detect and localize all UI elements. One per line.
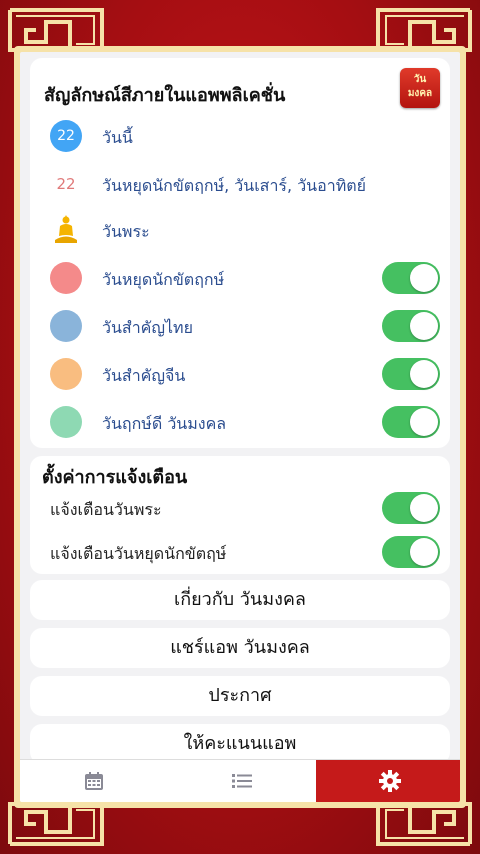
legend-item-auspicious: วันฤกษ์ดี วันมงคล <box>50 402 440 442</box>
toggle-knob <box>410 264 438 292</box>
toggle-knob <box>410 494 438 522</box>
bottom-tab-bar <box>20 759 460 802</box>
settings-icon <box>379 770 401 792</box>
app-logo-text-1: วัน <box>413 74 427 85</box>
toggle-knob <box>410 538 438 566</box>
toggle-knob <box>410 408 438 436</box>
toggle-knob <box>410 312 438 340</box>
chinese-important-toggle[interactable] <box>382 358 440 390</box>
legend-label-chinese-important: วันสำคัญจีน <box>102 366 186 385</box>
settings-screen: สัญลักษณ์สีภายในแอพพลิเคชั่น วัน มงคล 22… <box>20 52 460 802</box>
legend-label-thai-important: วันสำคัญไทย <box>102 318 193 337</box>
buddha-icon <box>50 214 82 246</box>
color-dot-icon <box>50 406 82 438</box>
legend-label-public-holiday: วันหยุดนักขัตฤกษ์ <box>102 270 225 289</box>
notify-public-holiday-row: แจ้งเตือนวันหยุดนักขัตฤษ์ <box>44 534 440 570</box>
legend-item-chinese-important: วันสำคัญจีน <box>50 354 440 394</box>
announcement-button[interactable]: ประกาศ <box>30 676 450 716</box>
toggle-knob <box>410 360 438 388</box>
calendar-icon <box>85 772 103 790</box>
notify-buddhist-day-row: แจ้งเตือนวันพระ <box>44 490 440 526</box>
legend-title: สัญลักษณ์สีภายในแอพพลิเคชั่น <box>44 85 286 106</box>
color-dot-icon <box>50 262 82 294</box>
color-dot-icon <box>50 310 82 342</box>
about-button[interactable]: เกี่ยวกับ วันมงคล <box>30 580 450 620</box>
legend-item-public-holiday: วันหยุดนักขัตฤกษ์ <box>50 258 440 298</box>
app-logo: วัน มงคล <box>400 68 440 108</box>
rate-app-button[interactable]: ให้คะแนนแอพ <box>30 724 450 764</box>
today-badge-icon: 22 <box>50 120 82 152</box>
tab-list[interactable] <box>168 760 316 802</box>
notification-settings-card: ตั้งค่าการแจ้งเตือน แจ้งเตือนวันพระ แจ้ง… <box>30 456 450 574</box>
app-frame: สัญลักษณ์สีภายในแอพพลิเคชั่น วัน มงคล 22… <box>14 46 466 808</box>
thai-important-toggle[interactable] <box>382 310 440 342</box>
legend-item-today: 22 วันนี้ <box>50 116 440 156</box>
list-icon <box>232 774 252 788</box>
public-holiday-toggle[interactable] <box>382 262 440 294</box>
notify-buddhist-day-label: แจ้งเตือนวันพระ <box>50 500 162 519</box>
legend-item-holiday-weekend: 22 วันหยุดนักขัตฤกษ์, วันเสาร์, วันอาทิต… <box>50 164 440 204</box>
notify-public-holiday-toggle[interactable] <box>382 536 440 568</box>
holiday-number-icon: 22 <box>56 175 76 193</box>
notify-public-holiday-label: แจ้งเตือนวันหยุดนักขัตฤษ์ <box>50 544 227 563</box>
tab-settings[interactable] <box>316 760 460 802</box>
legend-item-buddhist-day: วันพระ <box>50 210 440 250</box>
auspicious-toggle[interactable] <box>382 406 440 438</box>
color-dot-icon <box>50 358 82 390</box>
app-logo-text-2: มงคล <box>407 88 433 99</box>
legend-item-thai-important: วันสำคัญไทย <box>50 306 440 346</box>
notification-settings-title: ตั้งค่าการแจ้งเตือน <box>42 467 188 488</box>
legend-label-auspicious: วันฤกษ์ดี วันมงคล <box>102 414 227 433</box>
notify-buddhist-day-toggle[interactable] <box>382 492 440 524</box>
tab-calendar[interactable] <box>20 760 168 802</box>
legend-label-today: วันนี้ <box>102 128 133 147</box>
share-app-button[interactable]: แชร์แอพ วันมงคล <box>30 628 450 668</box>
legend-label-buddhist-day: วันพระ <box>102 222 150 241</box>
color-legend-card: สัญลักษณ์สีภายในแอพพลิเคชั่น วัน มงคล 22… <box>30 58 450 448</box>
legend-label-holiday-weekend: วันหยุดนักขัตฤกษ์, วันเสาร์, วันอาทิตย์ <box>102 176 367 195</box>
